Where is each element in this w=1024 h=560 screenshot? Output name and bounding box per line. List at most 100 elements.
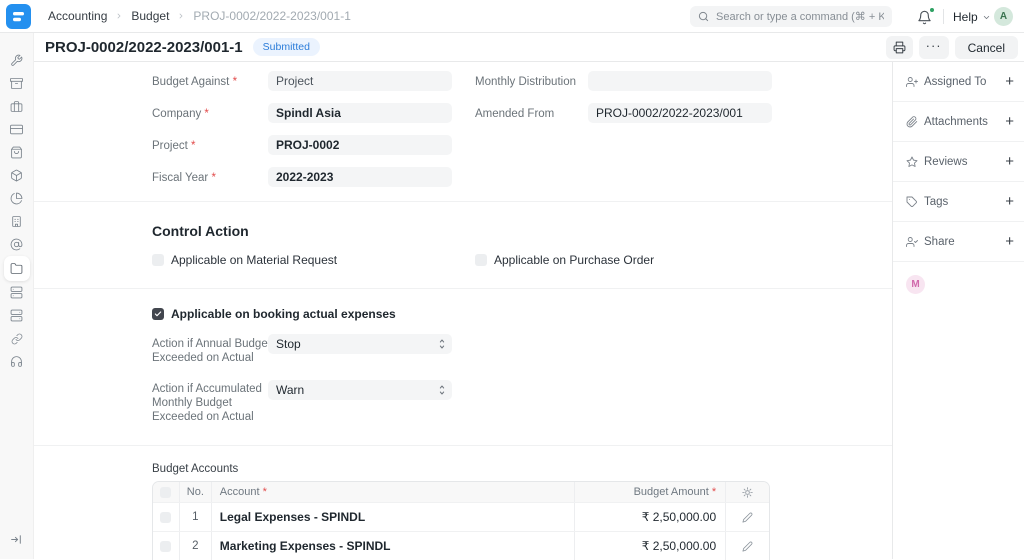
search-icon (698, 11, 709, 22)
add-share-button[interactable]: + (1005, 234, 1014, 249)
tags-label: Tags (924, 196, 948, 208)
add-assignment-button[interactable]: + (1005, 74, 1014, 89)
monthly-distribution-label: Monthly Distribution (475, 75, 576, 89)
select-all-cell (153, 482, 179, 502)
print-button[interactable] (886, 36, 913, 59)
checkbox-label: Applicable on Purchase Order (494, 253, 654, 267)
pencil-icon[interactable] (742, 541, 753, 552)
cancel-button[interactable]: Cancel (955, 36, 1018, 59)
global-search (690, 6, 892, 27)
annual-action-select[interactable]: Stop (268, 334, 452, 354)
notifications-button[interactable] (917, 7, 937, 27)
breadcrumb-accounting[interactable]: Accounting (48, 9, 107, 23)
status-badge: Submitted (253, 38, 320, 56)
table-row[interactable]: 2 Marketing Expenses - SPINDL ₹ 2,50,000… (153, 531, 769, 560)
navbar-divider (943, 9, 944, 24)
account-cell[interactable]: Legal Expenses - SPINDL (211, 503, 574, 531)
module-integrations-icon[interactable] (4, 327, 30, 350)
required-marker: * (204, 108, 208, 120)
module-tools-icon[interactable] (4, 49, 30, 72)
help-menu-button[interactable]: Help (953, 7, 991, 27)
module-data-icon[interactable] (4, 281, 30, 304)
fiscal-year-field[interactable]: 2022-2023 (268, 167, 452, 187)
document-actions: ··· Cancel (886, 36, 1018, 59)
share-section[interactable]: Share + (893, 222, 1024, 262)
module-organization-icon[interactable] (4, 210, 30, 233)
gear-icon[interactable] (742, 487, 753, 498)
breadcrumb-current-doc: PROJ-0002/2022-2023/001-1 (193, 9, 350, 23)
company-field[interactable]: Spindl Asia (268, 103, 452, 123)
module-archive-icon[interactable] (4, 72, 30, 95)
table-settings-cell (725, 482, 769, 502)
top-navbar: Accounting Budget PROJ-0002/2022-2023/00… (0, 0, 1024, 33)
tag-icon (906, 196, 918, 208)
monthly-action-select[interactable]: Warn (268, 380, 452, 400)
amount-cell[interactable]: ₹ 2,50,000.00 (574, 532, 726, 560)
breadcrumb-budget[interactable]: Budget (131, 9, 169, 23)
erpnext-logo-icon (12, 10, 25, 23)
module-selling-icon[interactable] (4, 141, 30, 164)
breadcrumb: Accounting Budget PROJ-0002/2022-2023/00… (48, 0, 351, 32)
user-plus-icon (906, 76, 918, 88)
table-row[interactable]: 1 Legal Expenses - SPINDL ₹ 2,50,000.00 (153, 502, 769, 531)
control-action-heading: Control Action (152, 223, 249, 239)
module-server-icon[interactable] (4, 304, 30, 327)
table-header-row: No. Account * Budget Amount * (153, 482, 769, 502)
pencil-icon[interactable] (742, 512, 753, 523)
reviews-label: Reviews (924, 156, 967, 168)
annual-action-label: Action if Annual Budget Exceeded on Actu… (152, 337, 274, 365)
expand-sidebar-button[interactable] (10, 533, 23, 546)
assigned-to-section[interactable]: Assigned To + (893, 62, 1024, 102)
company-label: Company * (152, 107, 209, 121)
form-body: Budget Against * Project Monthly Distrib… (34, 62, 892, 559)
module-stock-icon[interactable] (4, 164, 30, 187)
printer-icon (893, 41, 906, 54)
shared-user-avatar[interactable]: M (906, 275, 925, 294)
budget-accounts-label: Budget Accounts (152, 463, 238, 475)
amended-from-label: Amended From (475, 107, 554, 121)
document-sidebar: Assigned To + Attachments + Reviews + Ta… (892, 62, 1024, 559)
applicable-material-request-checkbox[interactable]: Applicable on Material Request (152, 253, 337, 267)
tags-section[interactable]: Tags + (893, 182, 1024, 222)
add-review-button[interactable]: + (1005, 154, 1014, 169)
add-tag-button[interactable]: + (1005, 194, 1014, 209)
select-all-checkbox[interactable] (160, 487, 171, 498)
section-divider (34, 445, 892, 446)
applicable-booking-actual-checkbox[interactable]: Applicable on booking actual expenses (152, 307, 396, 321)
module-payments-icon[interactable] (4, 118, 30, 141)
app-logo[interactable] (6, 4, 31, 29)
module-projects-icon[interactable] (4, 256, 30, 281)
chevron-right-icon (115, 12, 123, 20)
row-checkbox[interactable] (160, 512, 171, 523)
module-briefcase-icon[interactable] (4, 95, 30, 118)
add-attachment-button[interactable]: + (1005, 114, 1014, 129)
row-edit-cell (725, 532, 769, 560)
checkbox-label: Applicable on Material Request (171, 253, 337, 267)
share-user-icon (906, 236, 918, 248)
required-marker: * (211, 172, 215, 184)
budget-against-field[interactable]: Project (268, 71, 452, 91)
section-divider (34, 201, 892, 202)
help-label: Help (953, 10, 978, 24)
attachments-section[interactable]: Attachments + (893, 102, 1024, 142)
row-checkbox[interactable] (160, 541, 171, 552)
amount-cell[interactable]: ₹ 2,50,000.00 (574, 503, 726, 531)
project-label: Project * (152, 139, 195, 153)
account-cell[interactable]: Marketing Expenses - SPINDL (211, 532, 574, 560)
module-analytics-icon[interactable] (4, 187, 30, 210)
document-header: PROJ-0002/2022-2023/001-1 Submitted ··· … (34, 33, 1024, 62)
project-field[interactable]: PROJ-0002 (268, 135, 452, 155)
applicable-purchase-order-checkbox[interactable]: Applicable on Purchase Order (475, 253, 654, 267)
amended-from-field[interactable]: PROJ-0002/2022-2023/001 (588, 103, 772, 123)
no-column-header: No. (179, 482, 211, 502)
module-crm-icon[interactable] (4, 233, 30, 256)
module-support-icon[interactable] (4, 350, 30, 373)
search-input[interactable] (690, 6, 892, 27)
attachments-label: Attachments (924, 116, 988, 128)
monthly-distribution-field[interactable] (588, 71, 772, 91)
chevron-down-icon (982, 13, 991, 22)
more-actions-button[interactable]: ··· (919, 36, 949, 59)
user-avatar[interactable]: A (994, 7, 1013, 26)
notification-dot (929, 7, 935, 13)
reviews-section[interactable]: Reviews + (893, 142, 1024, 182)
